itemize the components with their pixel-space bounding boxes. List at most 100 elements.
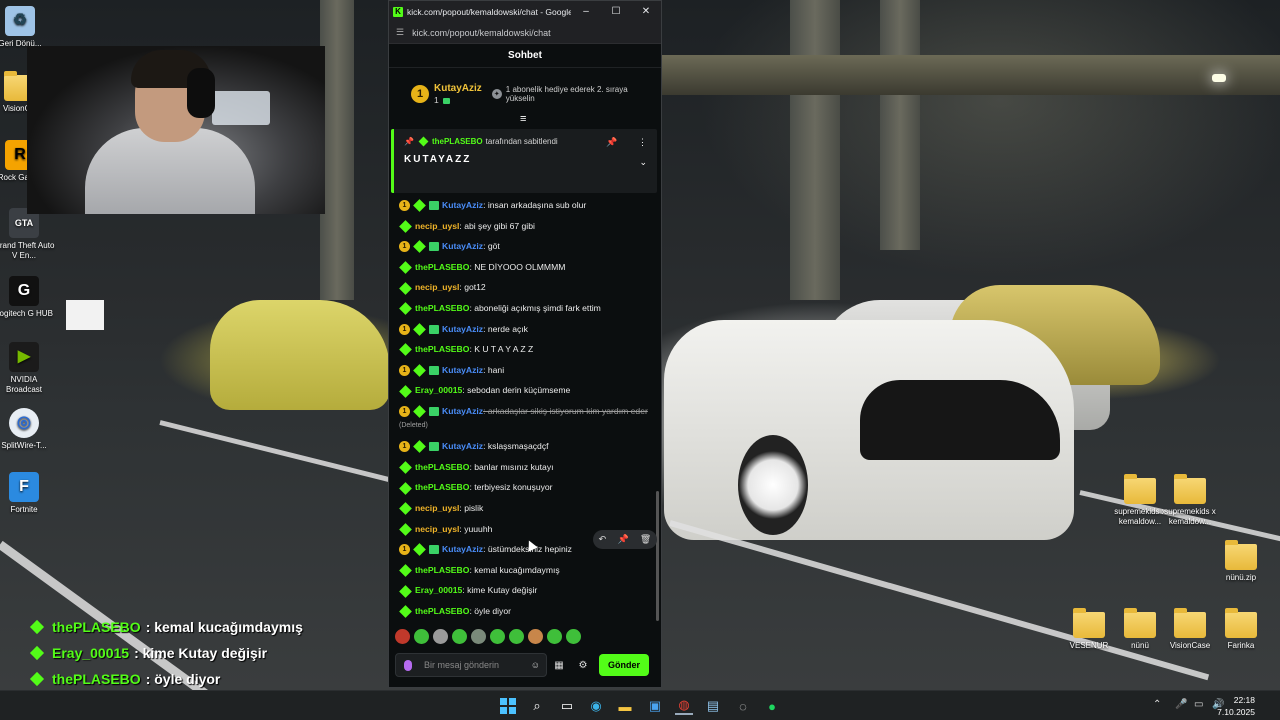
chat-username[interactable]: thePLASEBO — [415, 262, 469, 272]
chat-username[interactable]: thePLASEBO — [415, 462, 469, 472]
chat-username[interactable]: KutayAziz — [442, 441, 483, 451]
reply-icon[interactable]: ↶ — [599, 534, 607, 545]
chat-message[interactable]: 1 KutayAziz: nerde açık — [389, 319, 661, 340]
chat-username[interactable]: KutayAziz — [442, 544, 483, 554]
emote-icon[interactable] — [509, 629, 524, 644]
chat-username[interactable]: thePLASEBO — [415, 482, 469, 492]
chat-message[interactable]: Eray_00015: sebodan derin küçümseme — [389, 380, 661, 401]
chat-username[interactable]: necip_uysl — [415, 221, 459, 231]
overlay-message: : kime Kutay değişir — [134, 645, 268, 661]
chat-message-input[interactable]: Bir mesaj gönderin ☺ — [395, 653, 547, 677]
splitwire-icon[interactable]: ◎ SplitWire-T... — [0, 408, 56, 451]
chat-username[interactable]: KutayAziz — [442, 365, 483, 375]
chat-message[interactable]: thePLASEBO: kemal kucağımdaymış — [389, 560, 661, 581]
chat-message[interactable]: 1 KutayAziz: arkadaşlar sikiş istiyorum k… — [389, 401, 661, 436]
chat-message[interactable]: 1 KutayAziz: hani — [389, 360, 661, 381]
pinned-by-user[interactable]: thePLASEBO — [432, 137, 483, 146]
chat-message[interactable]: 1 KutayAziz: göt — [389, 236, 661, 257]
chat-message[interactable]: thePLASEBO: terbiyesiz konuşuyor — [389, 477, 661, 498]
chat-username[interactable]: Eray_00015 — [415, 585, 462, 595]
window-manager-icon[interactable]: ▤ — [704, 697, 722, 715]
chat-username[interactable]: Eray_00015 — [415, 385, 462, 395]
send-button[interactable]: Gönder — [599, 654, 649, 676]
microphone-tray-icon[interactable]: 🎤 — [1175, 699, 1187, 710]
chat-username[interactable]: thePLASEBO — [415, 303, 469, 313]
chat-message[interactable]: thePLASEBO: K U T A Y A Z Z — [389, 339, 661, 360]
nvidia-broadcast-icon[interactable]: ▶ NVIDIA Broadcast — [0, 342, 56, 395]
collapse-menu-icon[interactable]: ≡ — [520, 113, 526, 125]
url-text[interactable]: kick.com/popout/kemaldowski/chat — [412, 28, 551, 38]
chat-username[interactable]: necip_uysl — [415, 524, 459, 534]
chat-message[interactable]: 1 KutayAziz: insan arkadaşına sub olur — [389, 195, 661, 216]
gta-v-icon[interactable]: GTA Grand Theft Auto V En... — [0, 208, 56, 261]
site-settings-icon[interactable]: ☰ — [396, 27, 404, 38]
chat-username[interactable]: KutayAziz — [442, 406, 483, 416]
chat-message[interactable]: Eray_00015: kime Kutay değişir — [389, 580, 661, 601]
search-icon[interactable]: ⌕ — [528, 697, 546, 715]
photos-app-icon[interactable]: ▣ — [646, 697, 664, 715]
delete-icon[interactable]: 🗑 — [640, 534, 651, 545]
chat-username[interactable]: necip_uysl — [415, 282, 459, 292]
chat-message[interactable]: thePLASEBO: aboneliği açıkmış şimdi fark… — [389, 298, 661, 319]
window-titlebar[interactable]: K kick.com/popout/kemaldowski/chat - Goo… — [389, 1, 661, 22]
logitech-g-hub-icon[interactable]: G Logitech G HUB — [0, 276, 56, 319]
chat-message[interactable]: thePLASEBO: NE DİYOOO OLMMMM — [389, 257, 661, 278]
fortnite-icon[interactable]: F Fortnite — [0, 472, 56, 515]
emote-icon[interactable] — [433, 629, 448, 644]
chat-message-text: : öyle diyor — [469, 605, 511, 616]
windows-start-icon[interactable] — [499, 697, 517, 715]
chat-message[interactable]: necip_uysl: abi şey gibi 67 gibi — [389, 216, 661, 237]
unpin-icon[interactable]: 📌 — [606, 137, 617, 147]
og-badge-icon — [399, 522, 412, 536]
chat-message[interactable]: thePLASEBO: öyle diyor — [389, 601, 661, 619]
spotify-icon[interactable]: ● — [763, 697, 781, 715]
settings-gear-icon[interactable]: ⚙ — [571, 660, 595, 671]
chat-username[interactable]: thePLASEBO — [415, 565, 469, 575]
chat-scrollbar[interactable] — [656, 491, 659, 621]
chat-message[interactable]: necip_uysl: got12 — [389, 277, 661, 298]
maximize-button[interactable]: ☐ — [601, 6, 631, 17]
chevron-down-icon[interactable]: ⌄ — [639, 157, 647, 168]
supremekids-folder-2[interactable]: supremekids x kemaldow... — [1158, 474, 1222, 527]
chat-message[interactable]: necip_uysl: pislik — [389, 498, 661, 519]
nunu-zip-icon[interactable]: nünü.zip — [1209, 540, 1273, 583]
chrome-icon[interactable]: ◍ — [675, 697, 693, 715]
chat-username[interactable]: thePLASEBO — [415, 344, 469, 354]
taskbar-clock[interactable]: 22:18 7.10.2025 — [1217, 694, 1255, 718]
chat-username[interactable]: KutayAziz — [442, 241, 483, 251]
address-bar[interactable]: ☰ kick.com/popout/kemaldowski/chat — [389, 22, 661, 44]
subscriber-badge-icon — [429, 324, 439, 334]
emote-icon[interactable] — [471, 629, 486, 644]
minimize-button[interactable]: – — [571, 6, 601, 17]
emote-icon[interactable] — [452, 629, 467, 644]
more-options-icon[interactable]: ⋮ — [638, 137, 647, 147]
pin-message-icon[interactable]: 📌 — [617, 534, 628, 545]
emote-icon[interactable] — [547, 629, 562, 644]
emote-icon[interactable] — [490, 629, 505, 644]
gift-store-icon[interactable]: ▦ — [547, 660, 571, 671]
emote-icon[interactable] — [566, 629, 581, 644]
chat-username[interactable]: thePLASEBO — [415, 606, 469, 616]
emote-icon[interactable] — [395, 629, 410, 644]
capture-app-icon[interactable]: ◌ — [734, 697, 752, 715]
og-badge-icon — [29, 645, 45, 661]
emote-icon[interactable] — [528, 629, 543, 644]
chat-username[interactable]: necip_uysl — [415, 503, 459, 513]
gift-leader-username[interactable]: KutayAziz — [434, 83, 482, 94]
display-tray-icon[interactable]: ▭ — [1194, 699, 1203, 710]
emoji-picker-icon[interactable]: ☺ — [531, 660, 540, 670]
close-button[interactable]: ✕ — [631, 6, 661, 17]
chat-message[interactable]: thePLASEBO: banlar mısınız kutayı — [389, 457, 661, 478]
chat-username[interactable]: KutayAziz — [442, 200, 483, 210]
sub-badge-icon — [443, 97, 451, 104]
chat-username[interactable]: KutayAziz — [442, 324, 483, 334]
tray-overflow-chevron-icon[interactable]: ⌃ — [1153, 699, 1161, 710]
chat-message[interactable]: 1 KutayAziz: kslaşsmaşaçdçf — [389, 436, 661, 457]
farinka-folder[interactable]: Farinka — [1209, 608, 1273, 651]
file-explorer-icon[interactable]: ▬ — [616, 697, 634, 715]
microphone-icon[interactable] — [404, 659, 412, 671]
task-view-icon[interactable]: ▭ — [558, 697, 576, 715]
edge-browser-icon[interactable]: ◉ — [587, 697, 605, 715]
recycle-bin-icon[interactable]: ♻ Geri Dönü... — [0, 6, 52, 49]
emote-icon[interactable] — [414, 629, 429, 644]
